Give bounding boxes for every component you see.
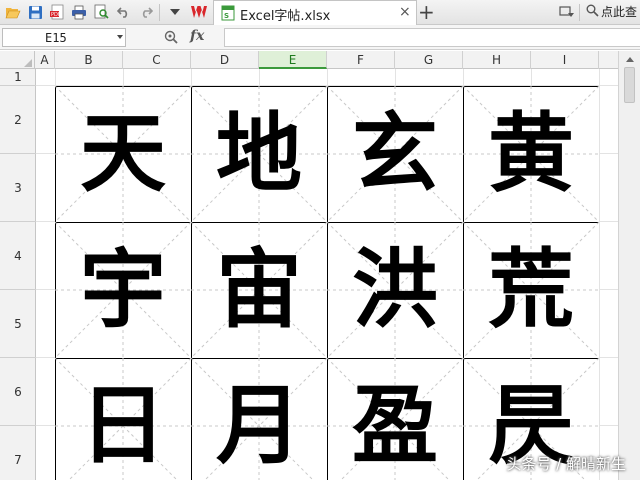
zoom-icon[interactable] [164, 30, 178, 47]
search-box[interactable]: 点此查 [586, 3, 637, 20]
copybook-character: 荒 [488, 239, 574, 340]
column-headers: A B C D E F G H I [0, 51, 640, 69]
print-preview-icon[interactable] [92, 3, 110, 21]
close-tab-icon[interactable]: × [399, 3, 411, 21]
spreadsheet-file-icon: S [221, 5, 235, 24]
redo-icon[interactable] [137, 3, 155, 21]
copybook-cell[interactable]: 荒 [463, 222, 599, 358]
column-header[interactable]: F [327, 51, 395, 69]
undo-icon[interactable] [115, 3, 133, 21]
vertical-scrollbar[interactable] [618, 51, 640, 480]
copybook-cell[interactable]: 地 [191, 86, 327, 222]
copybook-character: 天 [80, 103, 166, 204]
scrollbar-thumb[interactable] [624, 67, 635, 103]
row-header[interactable]: 2 [0, 86, 36, 154]
row-header[interactable]: 7 [0, 426, 36, 480]
copybook-cell[interactable]: 洪 [327, 222, 463, 358]
copybook-character: 地 [216, 103, 302, 204]
title-bar: PDF S Excel字帖.xlsx × + 点此查 [0, 0, 640, 25]
copybook-cell[interactable]: 月 [191, 358, 327, 480]
copybook-character: 黄 [488, 103, 574, 204]
insert-function-button[interactable]: fx [190, 28, 204, 44]
svg-text:S: S [224, 12, 229, 20]
copybook-character: 日 [80, 375, 166, 476]
copybook-character: 盈 [352, 375, 438, 476]
select-all-corner[interactable] [0, 51, 35, 69]
column-header[interactable]: D [191, 51, 259, 69]
svg-text:PDF: PDF [51, 12, 61, 18]
pdf-icon[interactable]: PDF [48, 3, 66, 21]
copybook-cell[interactable]: 天 [55, 86, 191, 222]
folder-open-icon[interactable] [4, 3, 22, 21]
dropdown-icon[interactable] [166, 3, 184, 21]
copybook-cell[interactable]: 玄 [327, 86, 463, 222]
copybook-cell[interactable]: 黄 [463, 86, 599, 222]
copybook-cell[interactable]: 宙 [191, 222, 327, 358]
worksheet-grid[interactable]: 天 地 玄 黄 宇 宙 洪 荒 日 月 盈 昃 [36, 69, 618, 480]
watermark: 头条号 / 解晴新生 [506, 455, 626, 473]
copybook-cell[interactable]: 宇 [55, 222, 191, 358]
formula-bar: E15 fx [0, 25, 640, 50]
row-header[interactable]: 6 [0, 358, 36, 426]
row-header[interactable]: 1 [0, 69, 36, 86]
wps-logo-icon[interactable] [190, 3, 208, 21]
document-tab-title: Excel字帖.xlsx [240, 9, 331, 24]
column-header[interactable]: B [55, 51, 123, 69]
new-tab-button[interactable]: + [418, 0, 435, 24]
scroll-up-icon[interactable] [626, 57, 634, 62]
copybook-cell[interactable]: 盈 [327, 358, 463, 480]
cell-reference: E15 [45, 31, 67, 45]
copybook-cell[interactable]: 日 [55, 358, 191, 480]
document-tab[interactable]: S Excel字帖.xlsx × [213, 0, 417, 25]
row-header[interactable]: 4 [0, 222, 36, 290]
row-header[interactable]: 3 [0, 154, 36, 222]
copybook-character: 玄 [352, 103, 438, 204]
copybook-character: 洪 [352, 239, 438, 340]
chevron-down-icon[interactable] [117, 35, 123, 39]
copybook-character: 月 [216, 375, 302, 476]
name-box[interactable]: E15 [2, 28, 126, 47]
column-header[interactable]: A [35, 51, 55, 69]
column-header[interactable]: H [463, 51, 531, 69]
row-header[interactable]: 5 [0, 290, 36, 358]
column-header[interactable]: I [531, 51, 599, 69]
formula-input[interactable] [224, 28, 640, 47]
save-icon[interactable] [26, 3, 44, 21]
print-icon[interactable] [70, 3, 88, 21]
copybook-character: 宙 [216, 239, 302, 340]
copybook-character: 宇 [80, 239, 166, 340]
search-label: 点此查 [601, 5, 638, 19]
share-icon[interactable] [558, 3, 576, 21]
row-headers: 1 2 3 4 5 6 7 [0, 69, 36, 480]
search-icon [586, 4, 599, 20]
column-header[interactable]: C [123, 51, 191, 69]
column-header[interactable]: G [395, 51, 463, 69]
column-header-active[interactable]: E [259, 51, 327, 69]
